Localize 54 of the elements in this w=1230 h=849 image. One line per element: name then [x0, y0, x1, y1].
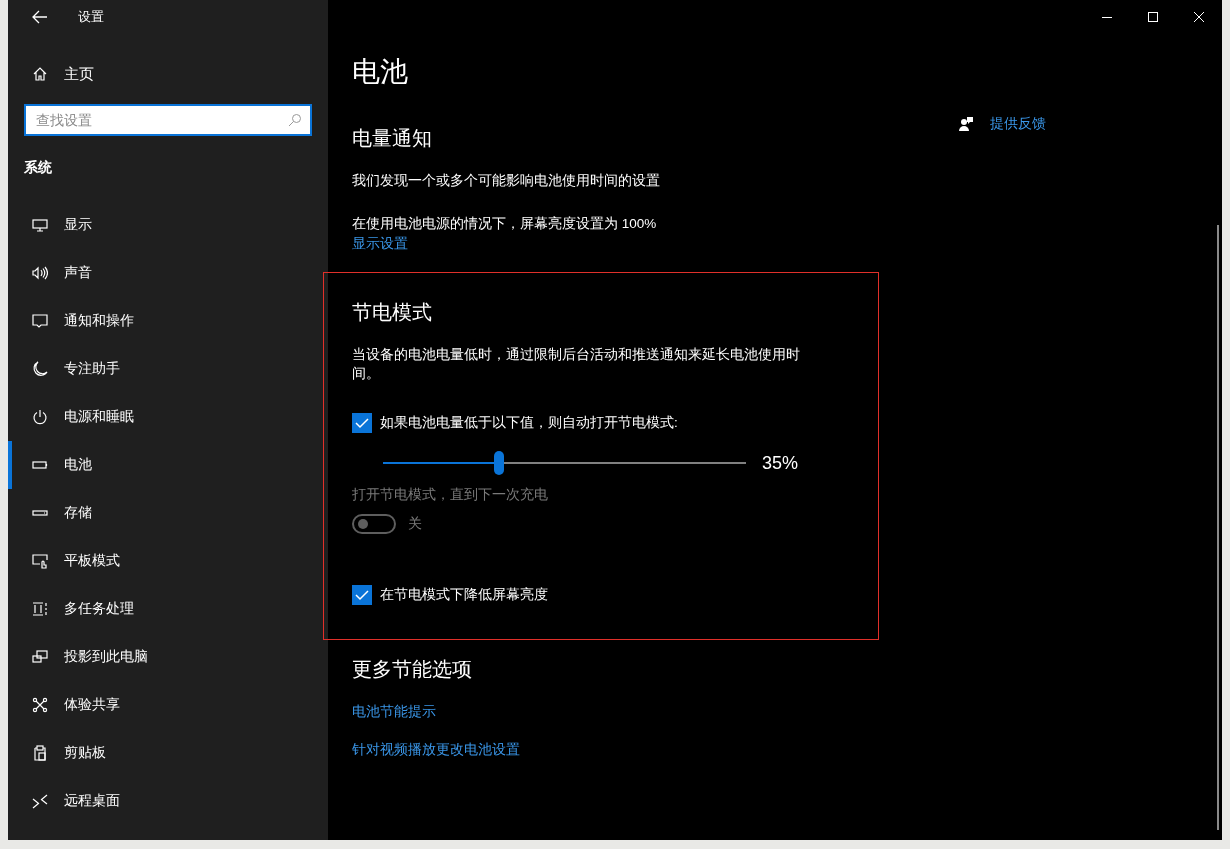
slider-value: 35% — [762, 452, 799, 475]
nav-item[interactable]: 专注助手 — [8, 345, 328, 393]
nav-item[interactable]: 电源和睡眠 — [8, 393, 328, 441]
section-heading: 更多节能选项 — [352, 657, 472, 682]
nav-item[interactable]: 显示 — [8, 201, 328, 249]
tablet-touch-icon — [32, 553, 48, 569]
nav-item[interactable]: 通知和操作 — [8, 297, 328, 345]
settings-link[interactable]: 针对视频播放更改电池设置 — [352, 740, 520, 760]
speech-bubble-icon — [32, 313, 48, 329]
monitor-icon — [32, 217, 48, 233]
projection-icon — [32, 649, 48, 665]
notice-text: 我们发现一个或多个可能影响电池使用时间的设置 — [352, 172, 660, 190]
notice-text: 在使用电池电源的情况下，屏幕亮度设置为 100% — [352, 215, 657, 233]
toggle-label: 打开节电模式，直到下一次充电 — [352, 486, 548, 504]
maximize-icon — [1148, 12, 1158, 22]
close-icon — [1194, 12, 1204, 22]
nav-item[interactable]: 电池 — [8, 441, 328, 489]
nav-item[interactable]: 声音 — [8, 249, 328, 297]
scroll-bar[interactable] — [1217, 225, 1219, 830]
home-icon — [32, 66, 48, 82]
toggle-state: 关 — [408, 515, 422, 533]
page-title: 电池 — [352, 55, 408, 89]
power-icon — [32, 409, 48, 425]
section-heading: 电量通知 — [352, 126, 432, 151]
settings-link[interactable]: 显示设置 — [352, 234, 408, 254]
clipboard-icon — [32, 745, 48, 761]
nav-item[interactable]: 剪贴板 — [8, 729, 328, 777]
nav-item[interactable]: 存储 — [8, 489, 328, 537]
search-field[interactable]: 查找设置 — [24, 104, 312, 136]
moon-icon — [32, 361, 48, 377]
slider-thumb[interactable] — [494, 451, 505, 475]
speaker-icon — [32, 265, 48, 281]
feedback-person-icon — [958, 116, 974, 132]
nav-item[interactable]: 远程桌面 — [8, 777, 328, 825]
remote-desktop-icon — [32, 793, 48, 809]
slider[interactable] — [383, 451, 746, 475]
minimize-icon — [1102, 16, 1112, 18]
nav-item[interactable]: 多任务处理 — [8, 585, 328, 633]
search-icon — [288, 113, 302, 127]
nav-item[interactable]: 投影到此电脑 — [8, 633, 328, 681]
home-nav-item[interactable]: 主页 — [24, 58, 312, 90]
feedback-link[interactable]: 提供反馈 — [990, 114, 1046, 134]
section-heading: 节电模式 — [352, 300, 432, 325]
nav-item[interactable]: 平板模式 — [8, 537, 328, 585]
description-text: 当设备的电池电量低时，通过限制后台活动和推送通知来延长电池使用时间。 — [352, 346, 801, 383]
share-nodes-icon — [32, 697, 48, 713]
back-arrow-icon[interactable] — [32, 10, 48, 24]
section-heading: 系统 — [24, 158, 53, 177]
checkbox[interactable]: 在节电模式下降低屏幕亮度 — [352, 585, 548, 605]
multitask-icon — [32, 601, 48, 617]
nav-item[interactable]: 体验共享 — [8, 681, 328, 729]
window-title: 设置 — [78, 8, 104, 26]
checkbox[interactable]: 如果电池电量低于以下值，则自动打开节电模式: — [352, 413, 678, 433]
settings-link[interactable]: 电池节能提示 — [352, 702, 436, 722]
